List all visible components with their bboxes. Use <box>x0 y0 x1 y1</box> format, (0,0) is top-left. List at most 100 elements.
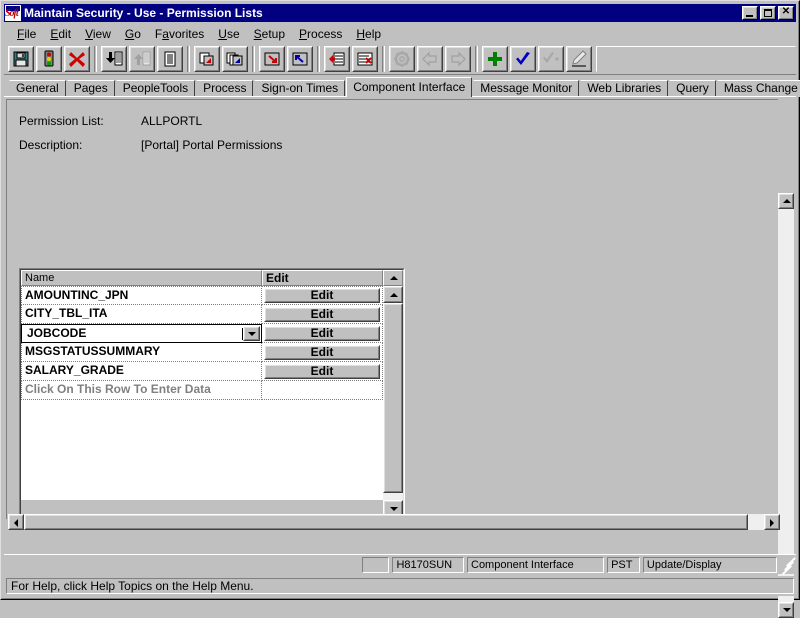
add-green-plus-icon[interactable] <box>482 46 508 72</box>
menu-item-process[interactable]: Process <box>292 25 349 43</box>
next-in-list-icon[interactable] <box>101 46 127 72</box>
table-row[interactable]: SALARY_GRADE Edit <box>21 362 383 381</box>
back-arrow-icon[interactable] <box>417 46 443 72</box>
grid-cell-edit: Edit <box>262 286 383 305</box>
grid-column-header-edit[interactable]: Edit <box>262 270 383 286</box>
copy-object-icon[interactable] <box>194 46 220 72</box>
page-scroll-up-button[interactable] <box>778 193 794 209</box>
menu-item-file[interactable]: File <box>10 25 43 43</box>
tab-web-libraries[interactable]: Web Libraries <box>580 80 668 97</box>
apply-check-icon[interactable] <box>538 46 564 72</box>
grid-cell-edit: Edit <box>262 324 383 343</box>
tab-component-interface[interactable]: Component Interface <box>346 77 472 97</box>
tab-mass-change[interactable]: Mass Change <box>717 80 800 97</box>
tab-peopletools[interactable]: PeopleTools <box>116 80 195 97</box>
previous-in-list-icon[interactable] <box>129 46 155 72</box>
application-window: Soft Maintain Security - Use - Permissio… <box>0 0 800 600</box>
menu-item-favorites[interactable]: Favorites <box>148 25 211 43</box>
edit-button[interactable]: Edit <box>264 307 380 322</box>
help-text: For Help, click Help Topics on the Help … <box>6 578 794 594</box>
edit-button[interactable]: Edit <box>264 364 380 379</box>
grid-column-header-name[interactable]: Name <box>21 270 262 286</box>
maximize-button[interactable] <box>760 6 776 20</box>
grid-cell-name[interactable]: CITY_TBL_ITA <box>21 305 262 324</box>
page-hscroll-thumb[interactable] <box>24 514 748 530</box>
previous-row-icon[interactable] <box>287 46 313 72</box>
grid-cell-name[interactable]: MSGSTATUSSUMMARY <box>21 343 262 362</box>
close-button[interactable]: ✕ <box>778 6 794 20</box>
table-row-placeholder[interactable]: Click On This Row To Enter Data <box>21 381 383 400</box>
chevron-down-icon[interactable] <box>243 326 260 341</box>
page-hscroll-track[interactable] <box>24 514 764 530</box>
toolbar-separator <box>252 46 255 72</box>
forward-arrow-icon[interactable] <box>445 46 471 72</box>
delete-row-icon[interactable] <box>352 46 378 72</box>
next-row-icon[interactable] <box>259 46 285 72</box>
menu-item-help[interactable]: Help <box>349 25 388 43</box>
menu-item-view[interactable]: View <box>78 25 118 43</box>
status-database-pane: H8170SUN <box>392 557 464 573</box>
description-label: Description: <box>19 138 82 152</box>
tab-pages[interactable]: Pages <box>67 80 115 97</box>
resize-grip-icon[interactable] <box>780 558 794 572</box>
toolbar <box>4 43 796 75</box>
process-gear-icon[interactable] <box>389 46 415 72</box>
page-scroll-track[interactable] <box>778 209 794 602</box>
client-pane: Permission List: ALLPORTL Description: [… <box>4 96 796 550</box>
grid-cell-name[interactable]: AMOUNTINC_JPN <box>21 286 262 305</box>
table-row[interactable]: CITY_TBL_ITA Edit <box>21 305 383 324</box>
list-icon[interactable] <box>157 46 183 72</box>
toolbar-empty-area <box>596 46 796 72</box>
save-icon[interactable] <box>8 46 34 72</box>
table-row[interactable]: JOBCODE Edit <box>21 324 383 343</box>
grid-sort-up-arrow-icon[interactable] <box>383 270 403 286</box>
grid-cell-name-value: JOBCODE <box>25 325 241 342</box>
cancel-red-x-icon[interactable] <box>64 46 90 72</box>
status-blank-pane <box>362 557 390 573</box>
menu-item-edit[interactable]: Edit <box>43 25 78 43</box>
insert-row-icon[interactable] <box>324 46 350 72</box>
paste-object-icon[interactable] <box>222 46 248 72</box>
help-bar: For Help, click Help Topics on the Help … <box>4 576 796 596</box>
toolbar-separator <box>187 46 190 72</box>
tab-sign-on-times[interactable]: Sign-on Times <box>254 80 345 97</box>
tab-message-monitor[interactable]: Message Monitor <box>473 80 579 97</box>
toolbar-separator <box>317 46 320 72</box>
grid-rows: AMOUNTINC_JPN Edit CITY_TBL_ITA Edit <box>21 286 383 500</box>
tab-process[interactable]: Process <box>196 80 253 97</box>
grid-cell-name[interactable]: SALARY_GRADE <box>21 362 262 381</box>
correct-history-icon[interactable] <box>566 46 592 72</box>
page-scroll-left-button[interactable] <box>8 514 24 530</box>
peoplesoft-logo-icon[interactable]: Soft <box>5 5 21 21</box>
tab-query[interactable]: Query <box>669 80 716 97</box>
traffic-light-icon[interactable] <box>36 46 62 72</box>
menu-bar: File Edit View Go Favorites Use Setup Pr… <box>4 24 796 43</box>
edit-button[interactable]: Edit <box>264 326 380 341</box>
menu-item-use[interactable]: Use <box>211 25 246 43</box>
edit-button[interactable]: Edit <box>264 288 380 303</box>
permission-list-value: ALLPORTL <box>141 114 202 128</box>
tab-general[interactable]: General <box>9 80 66 97</box>
page-scroll-right-button[interactable] <box>764 514 780 530</box>
grid-cell-name-input[interactable]: JOBCODE <box>21 324 262 343</box>
table-row[interactable]: MSGSTATUSSUMMARY Edit <box>21 343 383 362</box>
status-action-pane: Update/Display <box>643 557 777 573</box>
grid-scroll-track[interactable] <box>383 303 403 500</box>
status-page-pane: Component Interface <box>467 557 604 573</box>
menu-item-setup[interactable]: Setup <box>247 25 292 43</box>
menu-item-go[interactable]: Go <box>118 25 148 43</box>
toolbar-separator <box>475 46 478 72</box>
grid-cell-edit: Edit <box>262 362 383 381</box>
toolbar-separator <box>382 46 385 72</box>
grid-scroll-up-button[interactable] <box>383 286 403 303</box>
grid-scroll-thumb[interactable] <box>383 303 403 493</box>
edit-button[interactable]: Edit <box>264 345 380 360</box>
ok-blue-check-icon[interactable] <box>510 46 536 72</box>
title-bar[interactable]: Soft Maintain Security - Use - Permissio… <box>4 4 796 22</box>
table-row[interactable]: AMOUNTINC_JPN Edit <box>21 286 383 305</box>
minimize-button[interactable] <box>742 6 758 20</box>
page-horizontal-scrollbar[interactable] <box>8 514 780 530</box>
grid-cell-placeholder[interactable]: Click On This Row To Enter Data <box>21 381 262 400</box>
page-scroll-down-button[interactable] <box>778 602 794 618</box>
grid-vertical-scrollbar[interactable] <box>383 286 403 517</box>
